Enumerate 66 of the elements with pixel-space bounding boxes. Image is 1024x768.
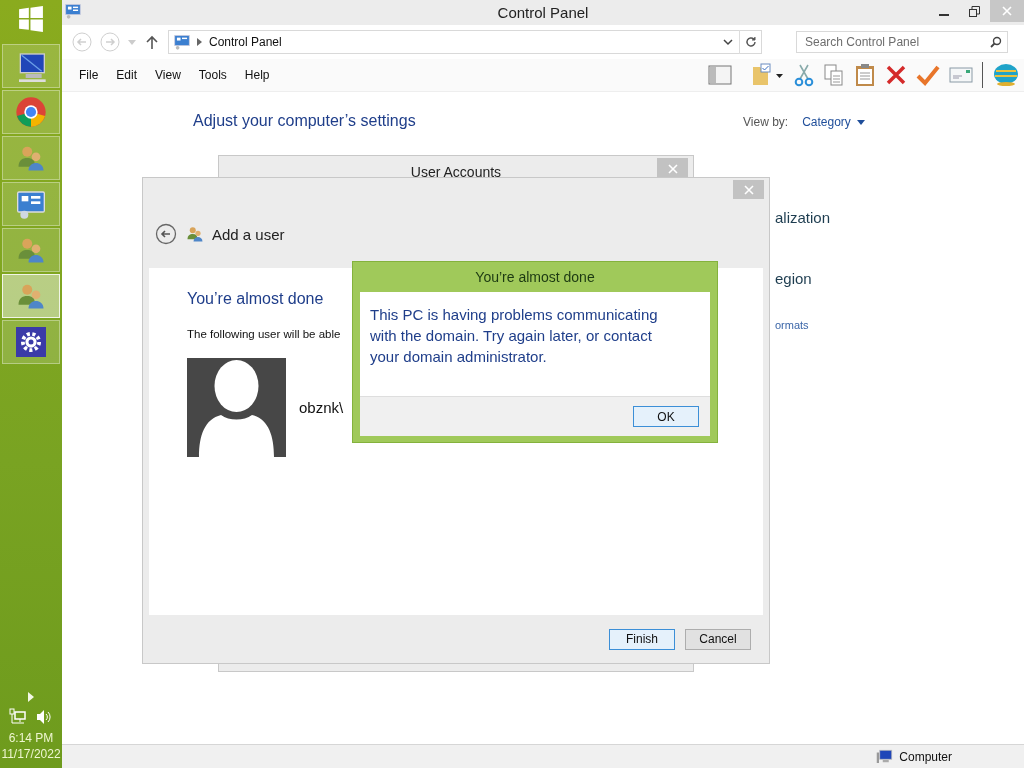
user-name: obznk\ <box>299 399 344 416</box>
refresh-icon <box>744 36 757 48</box>
layout-button[interactable] <box>708 64 732 86</box>
windows-logo-icon <box>18 6 44 32</box>
menu-item[interactable]: Edit <box>109 66 145 84</box>
settings-icon <box>16 327 46 357</box>
close-icon <box>667 164 678 174</box>
caret-icon <box>856 119 865 125</box>
folder-options-button[interactable] <box>751 63 785 87</box>
control-panel-icon <box>173 34 191 50</box>
globe-button[interactable] <box>992 63 1020 87</box>
search-field[interactable]: Search Control Panel <box>796 31 1008 53</box>
mail-button[interactable] <box>949 65 973 85</box>
ok-button[interactable]: OK <box>633 406 699 427</box>
page-heading: Adjust your computer’s settings <box>193 112 416 129</box>
category-link[interactable]: alization <box>775 209 831 226</box>
close-button[interactable] <box>657 158 688 180</box>
window-title: Control Panel <box>497 4 589 21</box>
taskbar-button[interactable] <box>2 182 60 226</box>
browser-icon <box>15 96 47 128</box>
control-panel-icon <box>15 188 47 220</box>
close-button[interactable] <box>733 180 764 199</box>
message-title: You’re almost done <box>474 268 596 287</box>
menu-item[interactable]: File <box>72 66 106 84</box>
close-icon <box>743 184 754 195</box>
forward-button[interactable] <box>98 30 122 54</box>
caret-icon <box>128 39 136 45</box>
dialog-heading: Add a user <box>212 225 285 243</box>
delete-button[interactable] <box>885 64 907 86</box>
restore-icon <box>968 5 980 17</box>
description-text: The following user will be able <box>187 328 341 340</box>
sub-link[interactable]: ormats <box>775 319 809 331</box>
address-bar[interactable]: Control Panel <box>168 30 762 54</box>
category-link[interactable]: egion <box>775 270 812 287</box>
copy-button[interactable] <box>823 63 845 87</box>
avatar-icon <box>187 358 286 457</box>
chevron-down-icon <box>723 38 733 46</box>
status-location: Computer <box>899 749 952 764</box>
speaker-icon <box>35 708 53 726</box>
menu-item[interactable]: Tools <box>191 66 234 84</box>
cut-button[interactable] <box>794 63 814 87</box>
menu-item[interactable]: Help <box>237 66 277 84</box>
view-by-dropdown[interactable]: Category <box>802 115 865 129</box>
close-icon <box>1002 6 1012 16</box>
breadcrumb-arrow-icon <box>197 38 203 46</box>
section-heading: You’re almost done <box>187 290 324 308</box>
message-text: This PC is having problems communicating with the domain. Try again later, or contact your domain administrator. <box>370 305 659 367</box>
taskbar-button[interactable] <box>2 44 60 88</box>
dialog-button[interactable]: Cancel <box>685 628 751 650</box>
up-arrow-icon <box>146 35 158 49</box>
dialog-button[interactable]: Finish <box>609 628 675 650</box>
view-by-label: View by: <box>743 115 789 129</box>
expand-arrow-icon <box>27 692 35 702</box>
clock-date: 11/17/2022 <box>1 746 61 762</box>
clock-time: 6:14 PM <box>8 730 54 746</box>
search-icon <box>990 36 1002 48</box>
menu-item[interactable]: View <box>148 66 188 84</box>
network-icon <box>9 708 27 726</box>
minimize-icon <box>939 13 949 16</box>
back-button[interactable] <box>154 222 178 246</box>
properties-button[interactable] <box>916 64 940 86</box>
dialog-title: User Accounts <box>410 164 502 180</box>
taskbar-button[interactable] <box>2 320 60 364</box>
control-panel-icon <box>64 2 82 19</box>
users-icon <box>186 225 204 243</box>
paste-button[interactable] <box>854 63 876 87</box>
